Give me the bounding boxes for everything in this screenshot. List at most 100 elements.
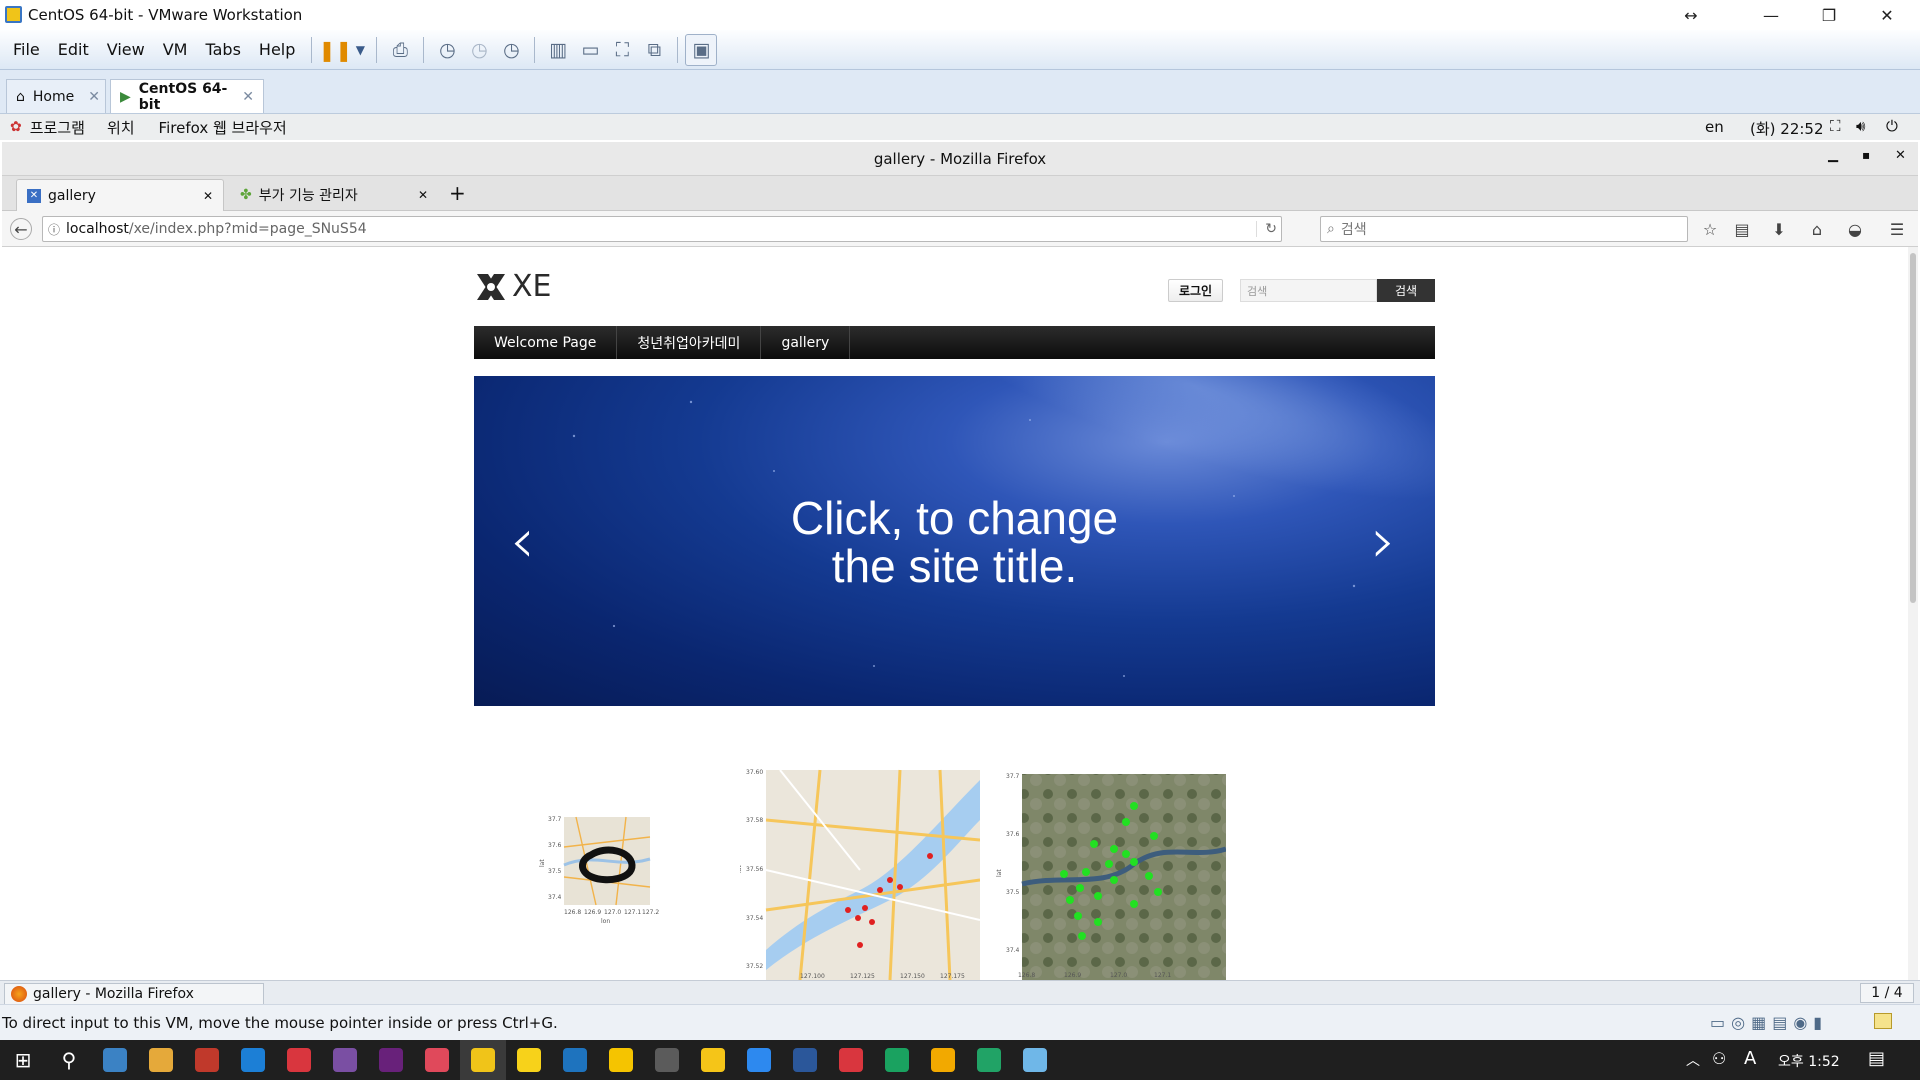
volume-icon[interactable]: 🔊︎ [1856,117,1865,135]
download-icon[interactable]: ⬇ [1768,218,1790,240]
hamburger-menu-icon[interactable]: ☰ [1886,218,1908,240]
nav-welcome-page[interactable]: Welcome Page [474,326,618,359]
revert-snapshot-icon[interactable]: ◷ [463,34,495,66]
nav-academy[interactable]: 청년취업아카데미 [617,326,762,359]
resize-arrows-icon[interactable]: ↔ [1662,0,1720,30]
taskbar-app-9-icon[interactable] [460,1040,506,1080]
taskbar-app-4-icon[interactable] [230,1040,276,1080]
tab-addons-manager[interactable]: ✤ 부가 기능 관리자 ✕ [230,179,438,211]
taskbar-app-17-icon[interactable] [828,1040,874,1080]
info-icon[interactable]: ⓘ [48,221,60,238]
taskbar-app-16-icon[interactable] [782,1040,828,1080]
close-icon[interactable]: ✕ [242,89,254,105]
close-button[interactable]: ✕ [1858,0,1916,30]
gallery-thumbnail-1[interactable]: 37.7 37.6 37.5 37.4 126.8 126.9 127.0 12… [536,807,686,937]
gnome-menu-applications[interactable]: 프로그램 [30,117,85,138]
chevron-up-icon[interactable]: ︿ [1686,1050,1700,1070]
thumbnail-bar-icon[interactable]: ▭ [574,34,606,66]
scrollbar-thumb[interactable] [1910,253,1916,603]
library-icon[interactable]: ▥ [542,34,574,66]
taskbar-app-15-icon[interactable] [736,1040,782,1080]
hero-banner[interactable]: Click, to change the site title. ‹ › [474,376,1435,706]
gnome-menu-places[interactable]: 위치 [107,117,135,138]
taskbar-app-8-icon[interactable] [414,1040,460,1080]
bookmark-star-icon[interactable]: ☆ [1699,218,1721,240]
tab-home[interactable]: ⌂ Home ✕ [6,79,106,113]
taskbar-app-7-icon[interactable] [368,1040,414,1080]
notification-icon[interactable]: ▤ [1868,1048,1885,1069]
windows-start-icon[interactable]: ⊞ [0,1040,46,1080]
taskbar-app-1-icon[interactable] [92,1040,138,1080]
taskbar-app-6-icon[interactable] [322,1040,368,1080]
network-icon[interactable]: ⛶ [1830,117,1841,135]
workspace-indicator[interactable]: 1 / 4 [1860,983,1914,1003]
taskbar-app-5-icon[interactable] [276,1040,322,1080]
home-icon[interactable]: ⌂ [1806,218,1828,240]
restore-button[interactable]: ❐ [1800,0,1858,30]
taskbar-app-20-icon[interactable] [966,1040,1012,1080]
gallery-thumbnail-3[interactable]: 37.7 37.6 37.5 37.4 126.8 126.9 127.0 12… [994,764,1226,980]
search-bar[interactable]: ⌕ 검색 [1320,216,1688,242]
tab-centos[interactable]: ▶ CentOS 64-bit ✕ [110,79,264,113]
login-button[interactable]: 로그인 [1168,279,1223,302]
network-icon[interactable]: ⚇ [1712,1049,1726,1068]
menu-help[interactable]: Help [250,40,304,59]
nav-gallery[interactable]: gallery [761,326,851,359]
taskbar-app-10-icon[interactable] [506,1040,552,1080]
taskbar-app-2-icon[interactable] [138,1040,184,1080]
close-icon[interactable]: ✕ [203,189,213,203]
next-arrow-icon[interactable]: › [1371,510,1396,572]
taskbar-app-12-icon[interactable] [598,1040,644,1080]
menu-edit[interactable]: Edit [49,40,98,59]
unity-icon[interactable]: ⧉ [638,34,670,66]
site-search-button[interactable]: 검색 [1377,279,1435,302]
taskbar-app-3-icon[interactable] [184,1040,230,1080]
taskbar-clock[interactable]: 오후 1:52 [1778,1051,1840,1071]
minimize-button[interactable]: — [1742,0,1800,30]
pocket-icon[interactable]: ◒ [1844,218,1866,240]
chevron-down-icon[interactable]: ▼ [351,34,369,66]
window-list-firefox[interactable]: gallery - Mozilla Firefox [4,983,264,1005]
close-icon[interactable]: ✕ [418,188,428,202]
gallery-thumbnail-2[interactable]: 37.60 37.58 37.56 37.54 37.52 127.100 12… [740,760,980,980]
close-icon[interactable]: ✕ [88,89,100,105]
console-view-icon[interactable]: ▣ [685,33,718,66]
gnome-clock[interactable]: (화) 22:52 [1750,118,1824,139]
reload-icon[interactable]: ↻ [1256,221,1277,237]
message-icon[interactable] [1874,1013,1892,1029]
send-ctrl-alt-del-icon[interactable]: ⎙ [384,34,416,66]
pause-icon[interactable]: ❚❚ [319,34,353,66]
menu-view[interactable]: View [98,40,154,59]
taskbar-app-18-icon[interactable] [874,1040,920,1080]
page-scrollbar[interactable] [1908,247,1918,980]
minimize-button[interactable]: ▁ [1828,148,1838,163]
xe-logo[interactable]: XE [474,269,552,304]
hero-title[interactable]: Click, to change the site title. [474,494,1435,590]
menu-file[interactable]: File [4,40,49,59]
taskbar-app-21-icon[interactable] [1012,1040,1058,1080]
taskbar-app-14-icon[interactable] [690,1040,736,1080]
close-button[interactable]: ✕ [1895,148,1906,163]
keyboard-language[interactable]: en [1705,118,1724,136]
site-search-input[interactable]: 검색 [1240,279,1377,302]
search-icon[interactable]: ⚲ [46,1040,92,1080]
back-arrow-icon[interactable]: ← [10,218,32,240]
tab-gallery[interactable]: ✕ gallery ✕ [16,179,224,211]
ime-indicator[interactable]: A [1744,1048,1756,1069]
power-icon[interactable]: ⏻ [1886,117,1898,135]
gnome-menu-firefox[interactable]: Firefox 웹 브라우저 [159,117,287,138]
menu-tabs[interactable]: Tabs [196,40,249,59]
snapshot-manager-icon[interactable]: ◷ [495,34,527,66]
menu-vm[interactable]: VM [154,40,197,59]
taskbar-app-19-icon[interactable] [920,1040,966,1080]
maximize-button[interactable]: ▪ [1862,148,1870,162]
taskbar-app-11-icon[interactable] [552,1040,598,1080]
snapshot-icon[interactable]: ◷ [431,34,463,66]
url-bar[interactable]: ⓘ localhost/xe/index.php?mid=page_SNuS54… [42,216,1282,242]
fullscreen-icon[interactable]: ⛶ [606,34,638,66]
bookmarks-list-icon[interactable]: ▤ [1731,218,1753,240]
device-status-icons[interactable]: ▭◎▦▤◉▮ [1710,1013,1828,1032]
prev-arrow-icon[interactable]: ‹ [510,510,535,572]
taskbar-app-13-icon[interactable] [644,1040,690,1080]
new-tab-plus-icon[interactable]: + [449,181,466,205]
